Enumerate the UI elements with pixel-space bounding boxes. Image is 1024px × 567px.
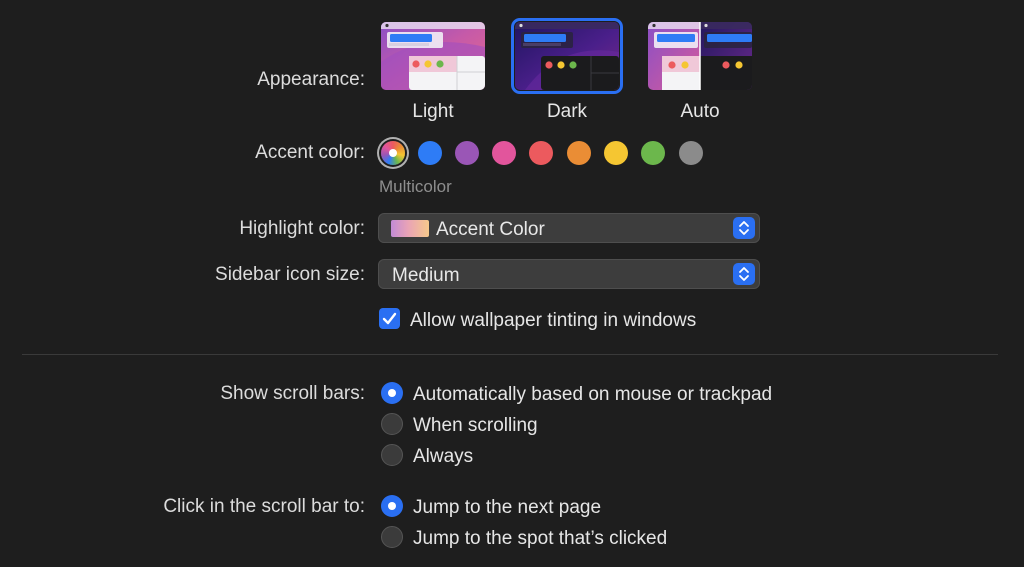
scroll-when-scrolling-label[interactable]: When scrolling <box>413 416 538 435</box>
wallpaper-tinting-label[interactable]: Allow wallpaper tinting in windows <box>410 311 696 330</box>
accent-color-label: Accent color: <box>255 142 365 163</box>
section-divider <box>22 354 998 355</box>
radio-scroll-always[interactable] <box>381 444 403 466</box>
radio-jump-next-page[interactable] <box>381 495 403 517</box>
radio-scroll-when-scrolling[interactable] <box>381 413 403 435</box>
appearance-auto-label: Auto <box>680 101 720 122</box>
click-scroll-bar-label: Click in the scroll bar to: <box>163 496 365 517</box>
accent-swatch-orange[interactable] <box>567 141 591 165</box>
highlight-color-value: Accent Color <box>436 219 545 240</box>
sidebar-icon-size-label: Sidebar icon size: <box>215 264 365 285</box>
checkmark-icon <box>382 312 397 325</box>
show-scroll-bars-label: Show scroll bars: <box>220 383 365 404</box>
accent-swatch-green[interactable] <box>641 141 665 165</box>
jump-to-spot-label[interactable]: Jump to the spot that’s clicked <box>413 529 667 548</box>
accent-swatch-yellow[interactable] <box>604 141 628 165</box>
scroll-always-label[interactable]: Always <box>413 447 473 466</box>
accent-swatch-pink[interactable] <box>492 141 516 165</box>
appearance-label: Appearance: <box>257 69 365 90</box>
accent-swatch-graphite[interactable] <box>679 141 703 165</box>
highlight-color-popup[interactable]: Accent Color <box>378 213 760 243</box>
wallpaper-tinting-checkbox[interactable] <box>379 308 400 329</box>
jump-next-page-label[interactable]: Jump to the next page <box>413 498 601 517</box>
scroll-automatic-label[interactable]: Automatically based on mouse or trackpad <box>413 385 772 404</box>
appearance-dark-thumbnail[interactable] <box>511 18 623 94</box>
auto-preview-icon <box>648 22 752 90</box>
light-preview-icon <box>381 22 485 90</box>
highlight-gradient-swatch <box>391 220 429 237</box>
appearance-light-label: Light <box>412 101 454 122</box>
accent-swatch-red[interactable] <box>529 141 553 165</box>
radio-scroll-automatic[interactable] <box>381 382 403 404</box>
dark-preview-icon <box>515 22 619 90</box>
accent-swatch-blue[interactable] <box>418 141 442 165</box>
accent-swatch-multicolor[interactable] <box>381 141 405 165</box>
sidebar-icon-size-popup[interactable]: Medium <box>378 259 760 289</box>
sidebar-icon-size-value: Medium <box>392 265 460 286</box>
appearance-auto-thumbnail[interactable] <box>648 22 752 90</box>
radio-jump-to-spot[interactable] <box>381 526 403 548</box>
accent-selected-name: Multicolor <box>379 177 452 196</box>
appearance-dark-label: Dark <box>546 101 588 122</box>
highlight-color-label: Highlight color: <box>239 218 365 239</box>
popup-stepper-icon <box>733 263 755 285</box>
appearance-light-thumbnail[interactable] <box>381 22 485 90</box>
accent-swatch-purple[interactable] <box>455 141 479 165</box>
selected-dot-icon <box>389 149 397 157</box>
popup-stepper-icon <box>733 217 755 239</box>
